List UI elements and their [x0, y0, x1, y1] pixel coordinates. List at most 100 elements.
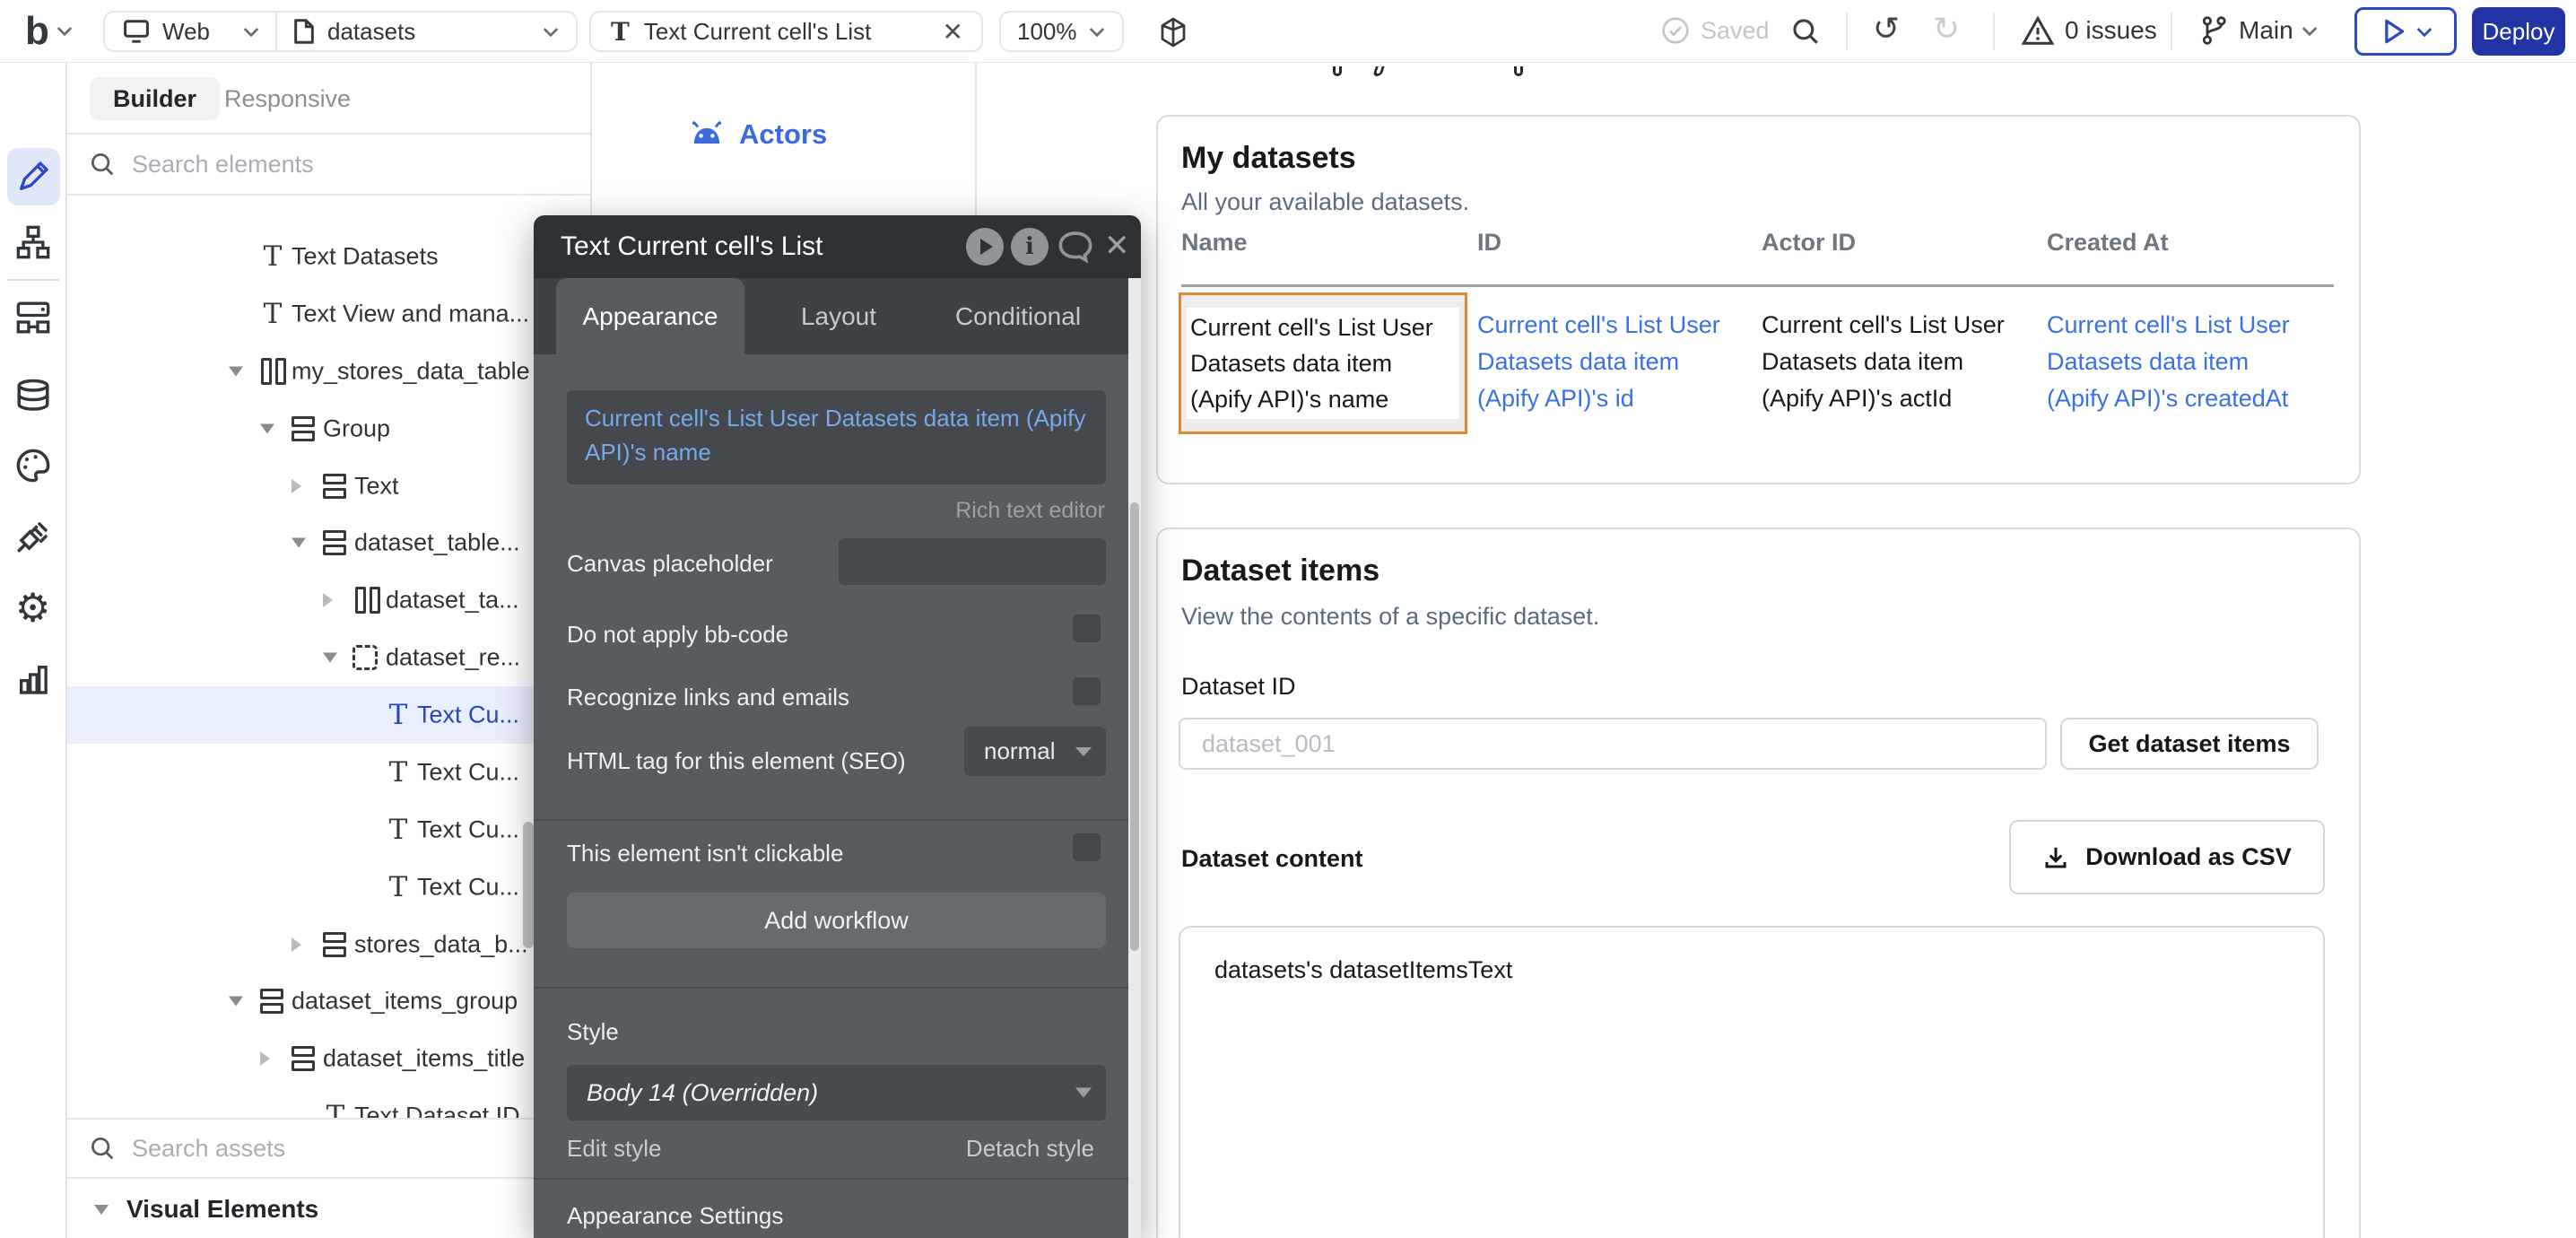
table-cell[interactable]: Current cell's List User Datasets data i…: [1477, 292, 1762, 434]
plugins-plug-icon[interactable]: [14, 518, 52, 555]
tree-item-label: dataset_items_group: [292, 988, 518, 1016]
tree-item[interactable]: TText View and mana...: [67, 285, 590, 343]
settings-gear-icon[interactable]: ⚙: [15, 586, 50, 632]
inspector-header[interactable]: Text Current cell's List i ✕: [534, 215, 1141, 278]
database-icon[interactable]: [14, 378, 52, 415]
caret-right-icon[interactable]: [260, 1051, 270, 1066]
tab-builder[interactable]: Builder: [90, 77, 220, 120]
download-csv-button[interactable]: Download as CSV: [2009, 820, 2325, 894]
tree-item[interactable]: Text: [67, 458, 590, 515]
bubble-logo[interactable]: b: [25, 9, 49, 54]
tree-item[interactable]: TText Cu...: [67, 801, 590, 859]
dataset-id-input[interactable]: [1179, 718, 2047, 770]
saved-label: Saved: [1701, 17, 1770, 45]
inspector-tabs: Appearance Layout Conditional: [534, 278, 1141, 354]
style-dropdown[interactable]: Body 14 (Overridden): [567, 1065, 1106, 1120]
close-panel-icon[interactable]: ✕: [1104, 228, 1130, 264]
not-clickable-checkbox[interactable]: [1073, 833, 1101, 861]
tree-item-label: Text Cu...: [417, 873, 519, 901]
preview-button[interactable]: [2354, 7, 2457, 56]
tab-conditional[interactable]: Conditional: [928, 278, 1108, 354]
tree-item[interactable]: TText Dataset ID: [67, 1087, 590, 1120]
tree-item[interactable]: dataset_table...: [67, 514, 590, 571]
tree-item[interactable]: TText Cu...: [67, 859, 590, 916]
tab-responsive-label: Responsive: [224, 85, 351, 113]
tree-item[interactable]: dataset_items_title: [67, 1030, 590, 1087]
caret-right-icon[interactable]: [323, 593, 333, 607]
redo-icon[interactable]: ↻: [1933, 13, 1960, 45]
text-element-icon: T: [384, 816, 413, 843]
tree-item[interactable]: TText Cu...: [67, 744, 590, 801]
text-element-icon: T: [384, 702, 413, 728]
logs-chart-icon[interactable]: [15, 661, 51, 697]
element-tree: TText DatasetsTText View and mana...my_s…: [67, 197, 590, 1120]
tree-item[interactable]: dataset_items_group: [67, 972, 590, 1030]
workflow-sitemap-icon[interactable]: [15, 224, 51, 260]
search-icon[interactable]: [1790, 16, 1821, 47]
tree-item[interactable]: dataset_re...: [67, 629, 590, 686]
visual-elements-section[interactable]: Visual Elements: [67, 1181, 590, 1238]
open-element-tab[interactable]: T Text Current cell's List ✕: [589, 11, 983, 52]
tree-item[interactable]: my_stores_data_table: [67, 343, 590, 400]
table-cell[interactable]: Current cell's List User Datasets data i…: [1179, 292, 1467, 434]
backend-workflows-icon[interactable]: [14, 300, 52, 336]
design-pencil-icon[interactable]: [15, 159, 51, 195]
recognize-links-checkbox[interactable]: [1073, 677, 1101, 705]
bb-code-checkbox[interactable]: [1073, 615, 1101, 642]
search-elements-input[interactable]: [130, 150, 507, 179]
deploy-button[interactable]: Deploy: [2472, 7, 2565, 56]
caret-down-icon[interactable]: [323, 653, 337, 663]
rich-text-editor-link[interactable]: Rich text editor: [955, 498, 1105, 524]
tree-item[interactable]: Group: [67, 400, 590, 458]
edit-style-link[interactable]: Edit style: [567, 1135, 662, 1163]
undo-icon[interactable]: ↺: [1873, 13, 1900, 45]
table-cell[interactable]: Current cell's List User Datasets data i…: [2047, 292, 2328, 434]
warning-triangle-icon: [2022, 15, 2054, 46]
run-play-icon[interactable]: [966, 228, 1004, 266]
close-tab-icon[interactable]: ✕: [943, 17, 963, 47]
add-workflow-button[interactable]: Add workflow: [567, 893, 1106, 948]
rich-text-value-box[interactable]: Current cell's List User Datasets data i…: [567, 390, 1106, 484]
open-tab-label: Text Current cell's List: [644, 18, 872, 46]
inspector-scrollbar-thumb[interactable]: [1130, 502, 1139, 951]
clipped-text-fragment: [1333, 66, 1342, 76]
property-inspector[interactable]: Text Current cell's List i ✕ Appearance …: [534, 215, 1141, 1238]
inspector-scrollbar[interactable]: [1128, 278, 1141, 1238]
tab-layout[interactable]: Layout: [749, 278, 928, 354]
detach-style-link[interactable]: Detach style: [966, 1135, 1094, 1163]
html-tag-dropdown[interactable]: normal: [964, 727, 1106, 776]
comment-bubble-icon[interactable]: [1057, 230, 1093, 264]
table-column-header: Actor ID: [1762, 229, 2047, 257]
device-selector-label: Web: [162, 18, 210, 46]
caret-down-icon[interactable]: [229, 366, 243, 376]
tab-responsive[interactable]: Responsive: [224, 77, 351, 120]
canvas-placeholder-input[interactable]: [839, 538, 1106, 585]
tree-item-label: dataset_re...: [386, 644, 520, 672]
zoom-selector[interactable]: 100%: [999, 11, 1124, 52]
caret-right-icon[interactable]: [292, 479, 301, 493]
tree-item[interactable]: TText Cu...: [67, 686, 590, 744]
group-rows-icon: [321, 529, 350, 556]
logo-chevron-icon[interactable]: [57, 22, 73, 37]
caret-right-icon[interactable]: [292, 937, 301, 952]
styles-palette-icon[interactable]: [14, 447, 52, 484]
tab-appearance[interactable]: Appearance: [556, 278, 744, 354]
branch-selector[interactable]: Main: [2199, 15, 2315, 46]
tree-scrollbar-thumb[interactable]: [523, 822, 534, 948]
device-selector[interactable]: Web: [105, 18, 275, 46]
component-cube-icon[interactable]: [1157, 16, 1189, 48]
tree-item[interactable]: dataset_ta...: [67, 571, 590, 629]
page-selector[interactable]: datasets: [277, 18, 576, 46]
caret-down-icon[interactable]: [260, 423, 274, 433]
search-assets-input[interactable]: [130, 1134, 507, 1164]
caret-down-icon[interactable]: [229, 997, 243, 1007]
page-nav-actors[interactable]: Actors: [689, 118, 827, 151]
caret-down-icon[interactable]: [292, 538, 306, 548]
table-cell[interactable]: Current cell's List User Datasets data i…: [1762, 292, 2047, 434]
tree-item[interactable]: TText Datasets: [67, 228, 590, 285]
tree-item[interactable]: stores_data_b...: [67, 916, 590, 973]
get-dataset-items-button[interactable]: Get dataset items: [2060, 718, 2319, 770]
issues-indicator[interactable]: 0 issues: [2022, 15, 2157, 46]
group-rows-icon: [321, 931, 350, 958]
info-icon[interactable]: i: [1011, 228, 1049, 266]
